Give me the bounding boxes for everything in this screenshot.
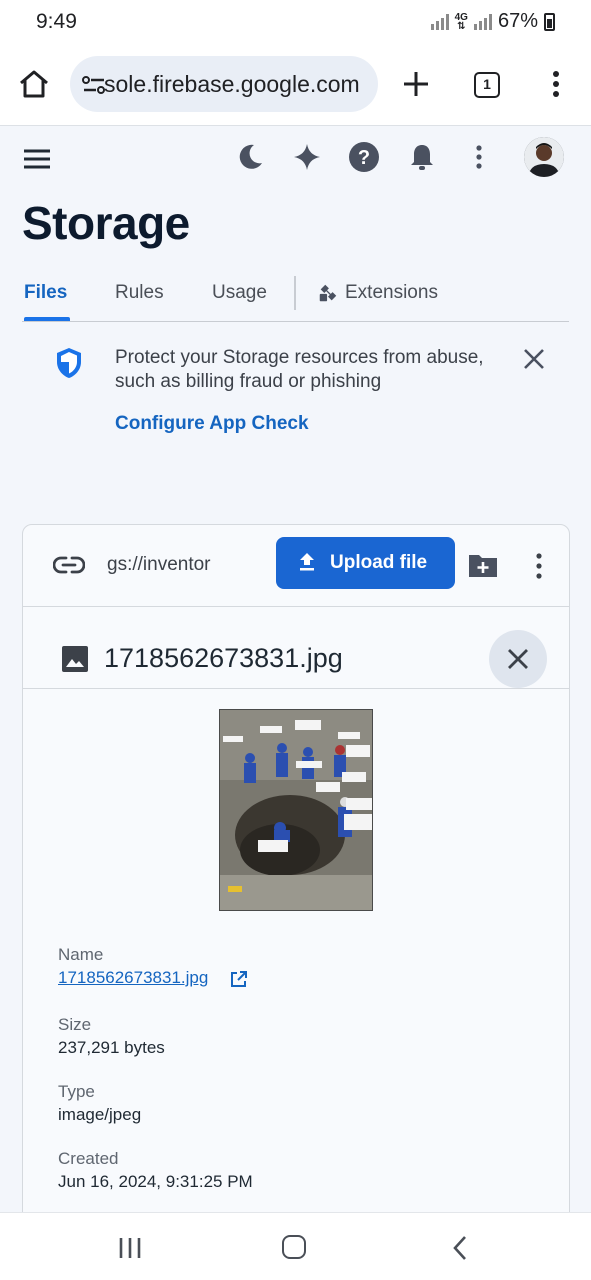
home-icon bbox=[20, 70, 48, 98]
file-preview-image[interactable] bbox=[219, 709, 373, 911]
browser-home-button[interactable] bbox=[16, 66, 52, 102]
signal-icon-2 bbox=[473, 13, 492, 30]
svg-text:?: ? bbox=[358, 147, 370, 169]
bucket-menu-button[interactable] bbox=[528, 551, 550, 581]
photo-thumbnail bbox=[220, 710, 372, 910]
create-folder-button[interactable] bbox=[467, 551, 499, 579]
open-in-new-icon[interactable] bbox=[229, 970, 248, 989]
file-browser-card: gs://inventor Upload file 1718562673831.… bbox=[22, 524, 570, 1224]
page-title: Storage bbox=[22, 197, 190, 249]
menu-button[interactable] bbox=[22, 144, 52, 174]
tab-divider bbox=[294, 276, 296, 310]
tab-extensions[interactable]: Extensions bbox=[317, 282, 438, 304]
notifications-button[interactable] bbox=[405, 140, 439, 174]
gemini-sparkle-icon bbox=[294, 144, 320, 170]
file-detail-header: 1718562673831.jpg bbox=[23, 607, 569, 689]
network-type: 4G ⇅ bbox=[454, 11, 468, 32]
menu-icon bbox=[24, 149, 50, 169]
browser-toolbar: sole.firebase.google.com 1 bbox=[0, 44, 591, 126]
upload-icon bbox=[300, 553, 314, 571]
shield-icon bbox=[57, 348, 81, 378]
close-icon bbox=[508, 649, 528, 669]
battery-percent: 67% bbox=[497, 10, 538, 32]
status-indicators: 4G ⇅ 67% bbox=[430, 10, 555, 33]
help-icon: ? bbox=[349, 142, 379, 172]
gemini-button[interactable] bbox=[290, 140, 324, 174]
close-file-detail-button[interactable] bbox=[489, 630, 547, 688]
status-bar: 9:49 4G ⇅ 67% bbox=[0, 0, 591, 44]
created-value: Jun 16, 2024, 9:31:25 PM bbox=[58, 1172, 253, 1191]
new-tab-button[interactable] bbox=[398, 66, 434, 102]
more-vert-icon bbox=[536, 553, 542, 579]
signal-icon bbox=[430, 13, 449, 30]
dark-mode-button[interactable] bbox=[233, 140, 267, 174]
close-icon bbox=[524, 349, 544, 369]
site-settings-icon bbox=[82, 76, 105, 94]
system-home-button[interactable] bbox=[282, 1235, 306, 1259]
notifications-icon bbox=[411, 145, 433, 170]
size-value: 237,291 bytes bbox=[58, 1038, 165, 1057]
more-vert-icon bbox=[553, 71, 559, 97]
system-navigation-bar bbox=[0, 1212, 591, 1280]
tab-bar: Files Rules Usage Extensions bbox=[22, 270, 569, 322]
image-icon bbox=[62, 646, 88, 672]
active-tab-indicator bbox=[24, 317, 70, 321]
tab-files[interactable]: Files bbox=[24, 282, 67, 304]
type-label: Type bbox=[58, 1082, 95, 1101]
bucket-toolbar: gs://inventor Upload file bbox=[23, 525, 569, 607]
bucket-path[interactable]: gs://inventor bbox=[107, 554, 211, 576]
avatar[interactable] bbox=[524, 137, 564, 177]
recent-apps-icon[interactable] bbox=[118, 1237, 142, 1259]
user-avatar-image bbox=[524, 137, 564, 177]
upload-file-button[interactable]: Upload file bbox=[276, 537, 455, 589]
size-label: Size bbox=[58, 1015, 92, 1034]
create-folder-icon bbox=[469, 555, 497, 577]
address-bar[interactable]: sole.firebase.google.com bbox=[70, 56, 378, 112]
back-icon[interactable] bbox=[450, 1235, 470, 1261]
battery-icon bbox=[544, 12, 555, 31]
banner-dismiss-button[interactable] bbox=[520, 345, 548, 373]
url-text: sole.firebase.google.com bbox=[104, 71, 360, 97]
tab-usage[interactable]: Usage bbox=[212, 282, 267, 304]
dark-mode-icon bbox=[239, 144, 262, 169]
upload-file-label: Upload file bbox=[330, 552, 428, 573]
extensions-icon bbox=[319, 284, 337, 302]
link-icon[interactable] bbox=[53, 553, 85, 577]
more-vert-icon bbox=[476, 145, 482, 169]
tab-rules[interactable]: Rules bbox=[115, 282, 164, 304]
status-time: 9:49 bbox=[36, 10, 77, 33]
more-options-button[interactable] bbox=[462, 140, 496, 174]
configure-app-check-link[interactable]: Configure App Check bbox=[115, 413, 309, 435]
banner-message: Protect your Storage resources from abus… bbox=[115, 347, 484, 392]
help-button[interactable]: ? bbox=[347, 140, 381, 174]
type-value: image/jpeg bbox=[58, 1105, 142, 1124]
file-title: 1718562673831.jpg bbox=[104, 643, 343, 673]
tab-extensions-label: Extensions bbox=[345, 282, 438, 303]
file-name-link[interactable]: 1718562673831.jpg bbox=[58, 968, 208, 988]
plus-icon bbox=[404, 72, 428, 96]
name-label: Name bbox=[58, 945, 104, 964]
created-label: Created bbox=[58, 1149, 119, 1168]
tab-switcher-button[interactable]: 1 bbox=[474, 72, 500, 98]
browser-menu-button[interactable] bbox=[540, 66, 572, 102]
